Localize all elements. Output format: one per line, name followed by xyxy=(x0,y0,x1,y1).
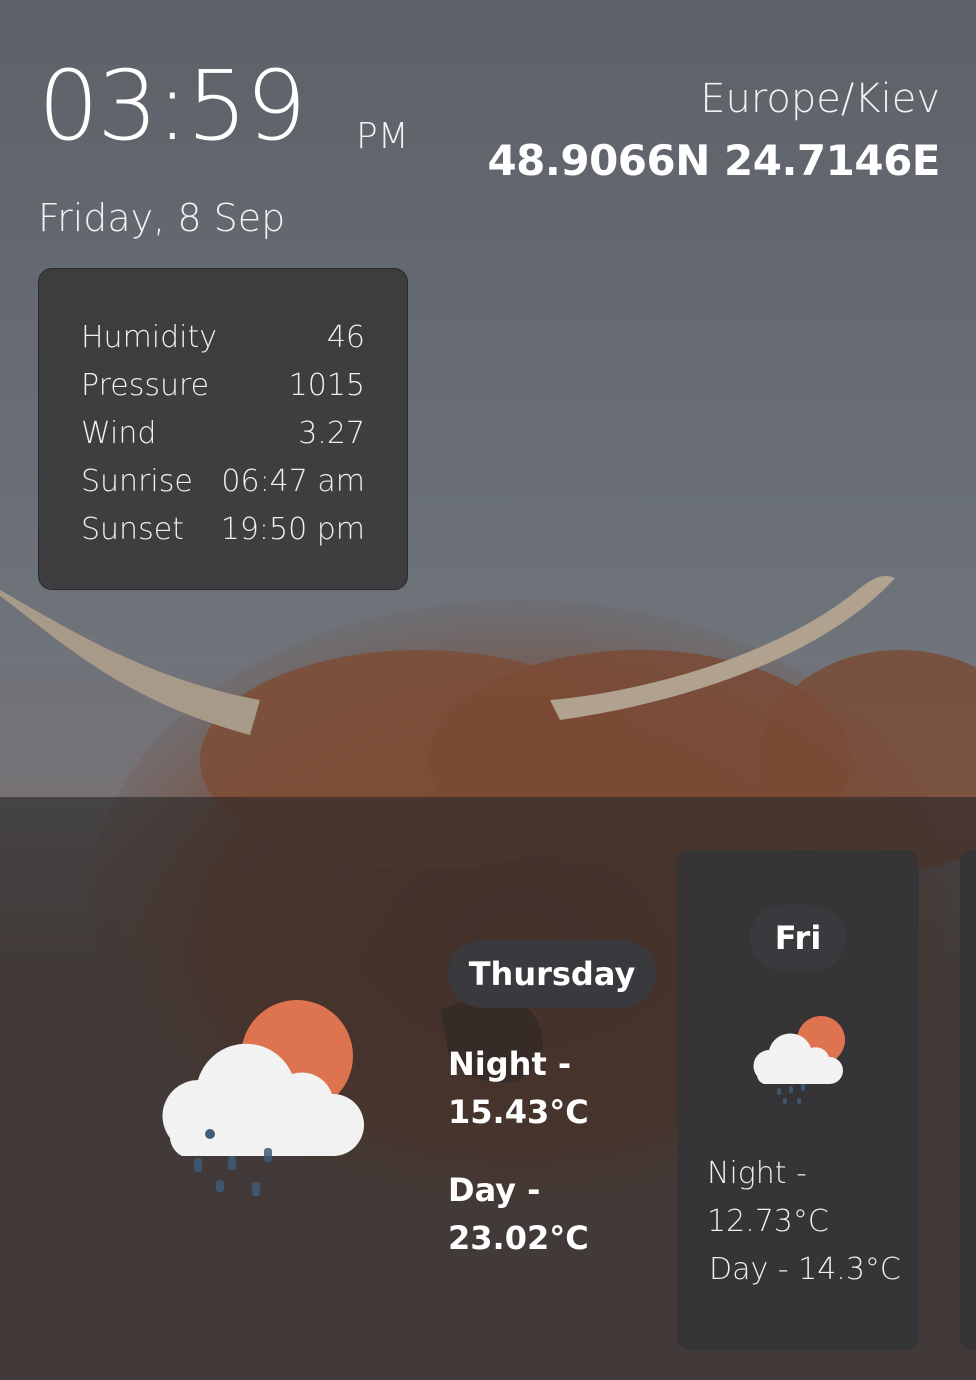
cloud-sun-rain-icon xyxy=(753,1016,845,1104)
detail-row-wind: Wind 3.27 xyxy=(81,409,365,457)
detail-row-pressure: Pressure 1015 xyxy=(81,361,365,409)
detail-label: Humidity xyxy=(81,319,218,355)
detail-label: Pressure xyxy=(81,367,210,403)
clock-ampm: PM xyxy=(356,116,409,157)
detail-value: 46 xyxy=(326,319,365,355)
today-day-label: Day - xyxy=(448,1171,541,1209)
today-temperatures: Night - 15.43°C Day - 23.02°C xyxy=(448,1040,668,1292)
detail-row-sunrise: Sunrise 06:47 am xyxy=(81,457,365,505)
timezone-label: Europe/Kiev xyxy=(700,76,940,122)
detail-label: Wind xyxy=(81,415,157,451)
forecast-card-next[interactable] xyxy=(960,850,976,1350)
weather-dashboard: 03:59 PM Friday, 8 Sep Europe/Kiev 48.90… xyxy=(0,0,976,1380)
today-night-label: Night - xyxy=(448,1045,572,1083)
today-day-temp: 23.02°C xyxy=(448,1219,589,1257)
detail-value: 19:50 pm xyxy=(220,511,365,547)
forecast-night-temp: 12.73°C xyxy=(707,1204,829,1239)
cloud-sun-rain-icon xyxy=(162,1000,365,1196)
today-night-temp: 15.43°C xyxy=(448,1093,589,1131)
detail-value: 1015 xyxy=(288,367,365,403)
forecast-day-pill[interactable]: Fri xyxy=(750,905,846,971)
weather-details-card: Humidity 46 Pressure 1015 Wind 3.27 Sunr… xyxy=(38,268,408,590)
current-date: Friday, 8 Sep xyxy=(38,196,286,240)
detail-label: Sunrise xyxy=(81,463,193,499)
forecast-card-fri[interactable]: Fri Night - 12.73°C Day - 14.3°C xyxy=(677,850,919,1350)
detail-row-sunset: Sunset 19:50 pm xyxy=(81,505,365,553)
detail-row-humidity: Humidity 46 xyxy=(81,313,365,361)
clock-time: 03:59 xyxy=(38,50,307,162)
detail-value: 06:47 am xyxy=(221,463,365,499)
forecast-day-temp: Day - 14.3°C xyxy=(709,1252,901,1287)
today-day-pill[interactable]: Thursday xyxy=(448,940,656,1008)
forecast-night-label: Night - xyxy=(707,1156,807,1191)
coordinates-label: 48.9066N 24.7146E xyxy=(487,136,940,185)
forecast-temperatures: Night - 12.73°C Day - 14.3°C xyxy=(707,1150,907,1294)
detail-label: Sunset xyxy=(81,511,184,547)
detail-value: 3.27 xyxy=(298,415,365,451)
